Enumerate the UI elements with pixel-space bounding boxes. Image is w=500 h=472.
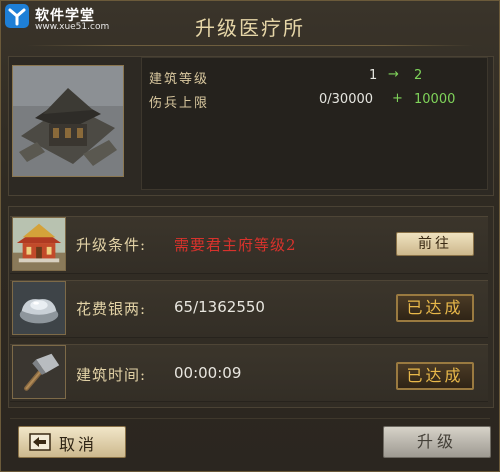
silver-cost-value: 65/1362550 <box>174 298 265 316</box>
arrow-right-icon: → <box>388 67 399 82</box>
goto-button[interactable]: 前往 <box>396 232 474 256</box>
time-done-badge: 已达成 <box>396 362 474 390</box>
building-level-next: 2 <box>414 68 423 83</box>
title-divider <box>26 45 474 46</box>
plus-icon: + <box>392 91 403 106</box>
hammer-icon <box>12 345 66 399</box>
building-level-current: 1 <box>369 68 378 83</box>
stats-box: 建筑等级 1 → 2 伤兵上限 0/30000 + 10000 <box>141 57 488 190</box>
cancel-label: 取消 <box>59 435 98 454</box>
silver-done-badge: 已达成 <box>396 294 474 322</box>
wounded-cap-increase: 10000 <box>414 92 456 107</box>
building-level-label: 建筑等级 <box>149 72 210 87</box>
build-time-label: 建筑时间: <box>76 366 147 384</box>
dialog-title: 升级医疗所 <box>195 16 305 40</box>
palace-icon <box>12 217 66 271</box>
build-time-value: 00:00:09 <box>174 364 242 382</box>
footer-divider <box>10 418 490 419</box>
cancel-button[interactable]: 取消 <box>18 426 126 458</box>
wounded-cap-label: 伤兵上限 <box>149 96 210 111</box>
hospital-building-image <box>12 65 124 177</box>
silver-cost-label: 花费银两: <box>76 300 147 318</box>
back-arrow-icon <box>29 433 51 451</box>
upgrade-button[interactable]: 升级 <box>383 426 491 458</box>
upgrade-condition-value: 需要君主府等级2 <box>174 236 297 254</box>
wounded-cap-current: 0/30000 <box>319 92 374 107</box>
upgrade-condition-label: 升级条件: <box>76 236 147 254</box>
silver-ingot-icon <box>12 281 66 335</box>
